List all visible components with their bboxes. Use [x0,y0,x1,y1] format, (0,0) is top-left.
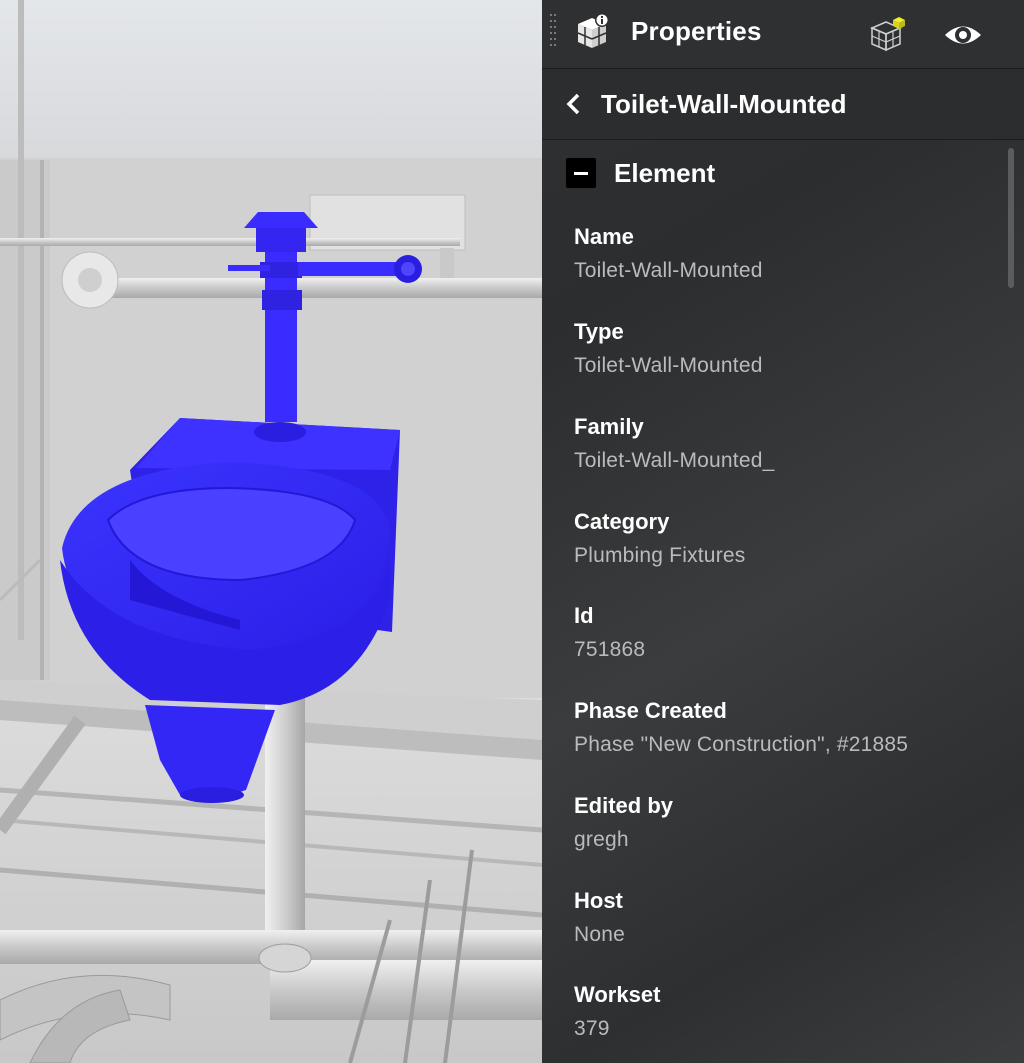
property-row: Workset 379 [574,982,660,1041]
property-key: Host [574,888,623,913]
property-value: Toilet-Wall-Mounted_ [574,449,775,472]
property-row: Name Toilet-Wall-Mounted [574,224,763,283]
property-value: None [574,923,626,946]
property-value: 379 [574,1017,610,1040]
property-value: Plumbing Fixtures [574,544,746,567]
property-row: Id 751868 [574,603,645,662]
property-row: Edited by gregh [574,793,673,852]
property-value: Toilet-Wall-Mounted [574,259,763,282]
property-row: Type Toilet-Wall-Mounted [574,319,763,378]
model-scene[interactable] [0,0,542,1063]
property-key: Edited by [574,793,674,818]
property-value: 751868 [574,638,646,661]
drag-handle[interactable] [550,14,558,48]
collapse-icon[interactable] [566,158,596,188]
property-value: Phase "New Construction", #21885 [574,733,909,756]
property-value: gregh [574,828,629,851]
property-row: Phase Created Phase "New Construction", … [574,698,908,757]
property-row: Host None [574,888,625,947]
property-key: Phase Created [574,698,727,723]
model-properties-icon [572,12,612,52]
property-key: Category [574,509,670,534]
panel-header: Properties [542,0,1024,69]
element-name-title: Toilet-Wall-Mounted [601,89,847,119]
property-row: Category Plumbing Fixtures [574,509,745,568]
element-section: Element Name Toilet-Wall-Mounted Type To… [542,140,1024,1063]
scrollbar[interactable] [1008,148,1014,288]
chevron-left-icon[interactable] [562,89,586,119]
properties-panel: Properties Toilet-Wall-Mounted Element N… [542,0,1024,1063]
model-cube-icon[interactable] [868,14,908,54]
property-key: Family [574,414,644,439]
property-key: Type [574,319,624,344]
section-title: Element [614,158,716,188]
property-value: Toilet-Wall-Mounted [574,354,763,377]
property-key: Workset [574,982,661,1007]
panel-title: Properties [631,16,762,46]
property-row: Family Toilet-Wall-Mounted_ [574,414,774,473]
breadcrumb: Toilet-Wall-Mounted [542,69,1024,140]
eye-icon[interactable] [941,18,985,52]
model-viewport[interactable] [0,0,542,1063]
property-key: Name [574,224,634,249]
property-key: Id [574,603,594,628]
